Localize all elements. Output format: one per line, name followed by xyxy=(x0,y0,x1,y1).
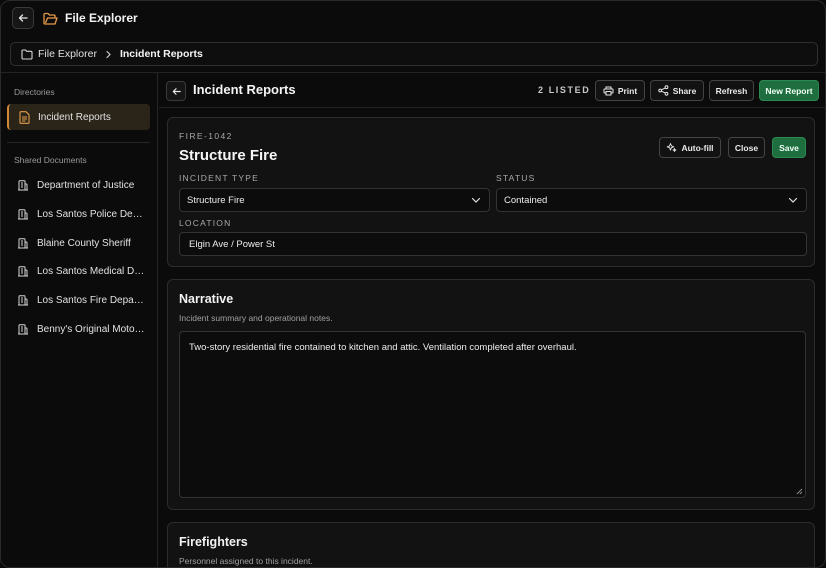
sidebar-item-label: Los Santos Medical Department xyxy=(37,265,147,277)
narrative-title: Narrative xyxy=(179,292,234,306)
save-button[interactable]: Save xyxy=(772,137,806,158)
print-button[interactable]: Print xyxy=(595,80,645,101)
breadcrumb-root-label: File Explorer xyxy=(38,48,97,60)
record-id: FIRE-1042 xyxy=(179,131,233,141)
building-icon xyxy=(16,178,30,192)
firefighters-card: Firefighters Personnel assigned to this … xyxy=(167,522,815,567)
sidebar-heading-directories: Directories xyxy=(14,87,55,97)
sidebar-item-label: Los Santos Police Department xyxy=(37,208,147,220)
share-label: Share xyxy=(672,85,697,96)
sparkles-icon xyxy=(667,143,677,152)
sidebar-item-label: Los Santos Fire Department xyxy=(37,294,147,306)
back-button[interactable] xyxy=(166,81,186,101)
location-input[interactable]: Elgin Ave / Power St xyxy=(179,232,807,256)
sidebar-item-label: Blaine County Sheriff xyxy=(37,237,131,249)
arrow-left-icon xyxy=(172,87,181,95)
incident-type-value: Structure Fire xyxy=(187,194,245,206)
title-bar: File Explorer xyxy=(1,1,825,35)
arrow-left-icon xyxy=(18,14,28,22)
new-report-button[interactable]: New Report xyxy=(759,80,819,101)
incident-type-label: INCIDENT TYPE xyxy=(179,173,259,183)
sidebar-item-lsfd[interactable]: Los Santos Fire Department xyxy=(7,287,150,313)
app-window: File Explorer File Explorer Incident Rep… xyxy=(0,0,826,568)
sidebar: Directories Incident Reports Shared Docu… xyxy=(1,73,158,567)
autofill-button[interactable]: Auto-fill xyxy=(659,137,721,158)
page-title: Incident Reports xyxy=(193,82,296,97)
sidebar-item-label: Department of Justice xyxy=(37,179,135,191)
chevron-right-icon xyxy=(105,50,112,59)
sidebar-item-label: Benny's Original Motor Works xyxy=(37,323,147,335)
sidebar-item-bennys[interactable]: Benny's Original Motor Works xyxy=(7,316,150,342)
sidebar-item-incident-reports[interactable]: Incident Reports xyxy=(7,104,150,130)
resize-handle-icon[interactable] xyxy=(796,488,803,495)
incident-type-select[interactable]: Structure Fire xyxy=(179,188,490,212)
sidebar-item-blaine-county-sheriff[interactable]: Blaine County Sheriff xyxy=(7,230,150,256)
window-title: File Explorer xyxy=(65,11,138,25)
status-select[interactable]: Contained xyxy=(496,188,807,212)
chevron-down-icon xyxy=(471,197,481,203)
sidebar-item-department-of-justice[interactable]: Department of Justice xyxy=(7,172,150,198)
narrative-subtitle: Incident summary and operational notes. xyxy=(179,313,333,323)
document-icon xyxy=(17,110,31,124)
building-icon xyxy=(16,293,30,307)
firefighters-subtitle: Personnel assigned to this incident. xyxy=(179,556,313,566)
autofill-label: Auto-fill xyxy=(681,142,714,153)
building-icon xyxy=(16,322,30,336)
firefighters-title: Firefighters xyxy=(179,535,248,549)
sidebar-item-lsmd[interactable]: Los Santos Medical Department xyxy=(7,258,150,284)
close-button[interactable]: Close xyxy=(728,137,765,158)
main-header: Incident Reports 2 LISTED Print Share Re… xyxy=(159,73,825,108)
record-title: Structure Fire xyxy=(179,147,278,164)
record-card: FIRE-1042 Structure Fire Auto-fill Close… xyxy=(167,117,815,267)
share-icon xyxy=(657,85,669,96)
narrative-text: Two-story residential fire contained to … xyxy=(189,342,577,353)
building-icon xyxy=(16,236,30,250)
folder-icon xyxy=(21,48,33,60)
share-button[interactable]: Share xyxy=(650,80,704,101)
status-value: Contained xyxy=(504,194,548,206)
printer-icon xyxy=(603,86,614,95)
building-icon xyxy=(16,207,30,221)
sidebar-item-lspd[interactable]: Los Santos Police Department xyxy=(7,201,150,227)
sidebar-heading-shared: Shared Documents xyxy=(14,155,87,165)
location-label: LOCATION xyxy=(179,218,232,228)
breadcrumb-root[interactable]: File Explorer xyxy=(21,48,97,60)
narrative-textarea[interactable]: Two-story residential fire contained to … xyxy=(179,331,806,498)
chevron-down-icon xyxy=(788,197,798,203)
breadcrumb: File Explorer Incident Reports xyxy=(10,42,818,66)
main-panel: Incident Reports 2 LISTED Print Share Re… xyxy=(159,73,825,567)
sidebar-item-label: Incident Reports xyxy=(38,111,111,123)
breadcrumb-current: Incident Reports xyxy=(119,48,203,60)
folder-open-icon xyxy=(42,10,58,26)
building-icon xyxy=(16,264,30,278)
refresh-button[interactable]: Refresh xyxy=(709,80,754,101)
listed-count: 2 LISTED xyxy=(538,85,591,95)
narrative-card: Narrative Incident summary and operation… xyxy=(167,279,815,510)
status-label: STATUS xyxy=(496,173,536,183)
window-back-button[interactable] xyxy=(12,7,34,29)
sidebar-divider xyxy=(7,142,150,143)
print-label: Print xyxy=(617,85,638,96)
